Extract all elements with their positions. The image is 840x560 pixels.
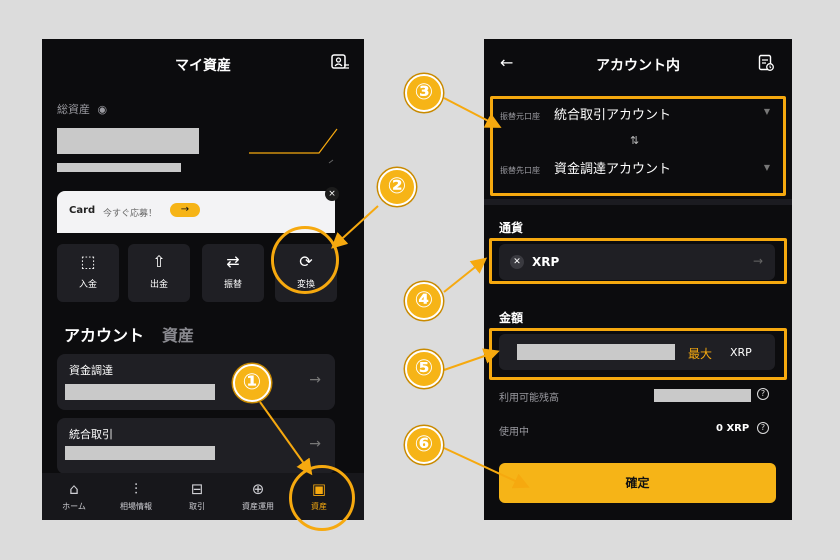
page-title: アカウント内	[596, 58, 680, 74]
tab-account[interactable]: アカウント	[64, 322, 144, 346]
amount-label: 金額	[499, 311, 524, 325]
history-icon[interactable]	[758, 54, 774, 76]
currency-label: 通貨	[499, 221, 524, 235]
funding-balance	[65, 384, 215, 400]
highlight-convert	[271, 226, 339, 294]
highlight-assets-nav	[289, 465, 355, 531]
in-use-label: 使用中	[499, 427, 529, 438]
promo-banner[interactable]: Card 今すぐ応募！ → ×	[57, 187, 339, 233]
home-icon: ⌂	[69, 480, 79, 498]
promo-close-icon[interactable]: ×	[325, 187, 339, 201]
total-assets-sub-value	[57, 163, 181, 172]
account-card-funding[interactable]: 資金調達 →	[57, 354, 335, 410]
promo-arrow-button[interactable]: →	[170, 203, 200, 217]
step-badge-6: ⑥	[405, 426, 443, 464]
step-badge-2: ②	[378, 168, 416, 206]
chevron-right-icon: →	[309, 372, 321, 388]
step-badge-3: ③	[405, 74, 443, 112]
highlight-currency	[489, 238, 787, 284]
earn-icon: ⊕	[251, 480, 265, 498]
promo-card-label: Card	[69, 205, 96, 216]
available-balance-value	[654, 389, 751, 402]
highlight-transfer-accounts	[490, 96, 786, 196]
page-title: マイ資産	[175, 58, 231, 74]
in-use-value: 0 XRP	[716, 423, 750, 434]
tab-assets[interactable]: 資産	[162, 322, 194, 346]
section-divider	[484, 199, 792, 205]
deposit-icon: ⬚	[80, 252, 96, 271]
withdraw-button[interactable]: ⇧ 出金	[128, 244, 190, 302]
transfer-icon: ⇄	[226, 252, 240, 271]
nav-trade[interactable]: ⊟ 取引	[165, 473, 229, 520]
step-badge-5: ⑤	[405, 350, 443, 388]
unified-trading-balance	[65, 446, 215, 460]
profile-switch-icon[interactable]	[330, 53, 350, 71]
transfer-button[interactable]: ⇄ 振替	[202, 244, 264, 302]
sparkline-chart	[249, 128, 338, 164]
withdraw-icon: ⇧	[152, 252, 166, 271]
account-card-unified-trading[interactable]: 統合取引 →	[57, 418, 335, 474]
deposit-button[interactable]: ⬚ 入金	[57, 244, 119, 302]
nav-earn[interactable]: ⊕ 資産運用	[226, 473, 290, 520]
step-badge-4: ④	[405, 282, 443, 320]
total-assets-label: 総資産 ◉	[57, 103, 108, 116]
step-badge-1: ①	[233, 364, 271, 402]
info-icon[interactable]: ?	[757, 422, 769, 434]
promo-text: 今すぐ応募！	[103, 209, 158, 219]
total-assets-value	[57, 128, 199, 154]
chevron-right-icon: →	[309, 436, 321, 452]
available-balance-label: 利用可能残高	[499, 393, 559, 404]
nav-market[interactable]: ⫶ 相場情報	[104, 473, 168, 520]
confirm-button[interactable]: 確定	[499, 463, 776, 503]
nav-home[interactable]: ⌂ ホーム	[42, 473, 106, 520]
highlight-amount	[489, 328, 787, 380]
eye-icon[interactable]: ◉	[98, 103, 108, 116]
candlestick-icon: ⫶	[134, 480, 138, 498]
trade-icon: ⊟	[190, 480, 204, 498]
info-icon[interactable]: ?	[757, 388, 769, 400]
